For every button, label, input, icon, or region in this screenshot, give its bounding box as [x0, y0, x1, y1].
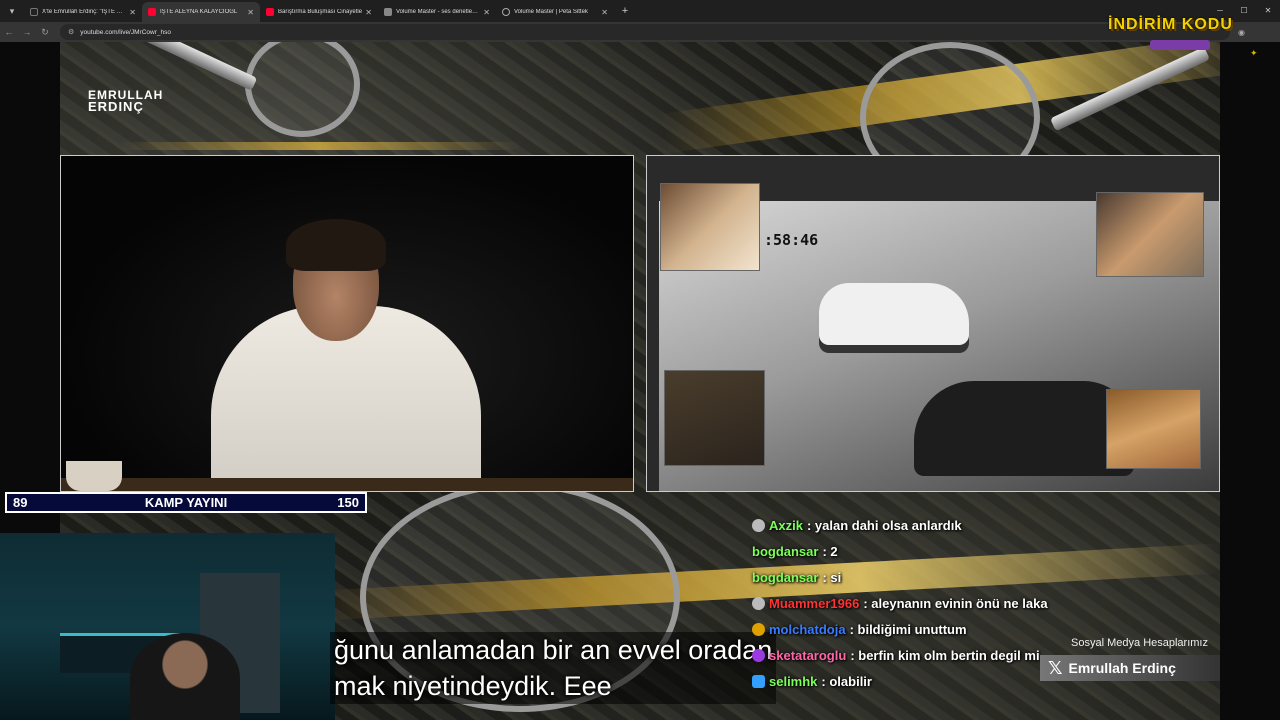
member-badge-icon: [752, 674, 765, 688]
host-hair: [286, 219, 386, 271]
social-media-block: Sosyal Medya Hesaplarımız 𝕏 Emrullah Erd…: [1040, 637, 1220, 681]
gold-streak: [120, 142, 520, 150]
forward-icon[interactable]: →: [18, 27, 36, 37]
close-window-icon[interactable]: ✕: [1256, 0, 1280, 22]
chat-username: bogdansar: [752, 543, 819, 559]
youtube-favicon-icon: [266, 8, 274, 16]
score-right: 150: [337, 495, 359, 510]
chat-username: sketataroglu: [769, 647, 847, 663]
camp-stream-bar: 89 KAMP YAYINI 150: [5, 492, 367, 513]
tab-title: İŞTE ALEYNA KALAYCIOĞL: [160, 9, 238, 15]
score-left: 89: [13, 495, 28, 510]
close-icon[interactable]: ✕: [129, 8, 136, 17]
social-handle: Emrullah Erdinç: [1068, 660, 1176, 676]
logo-line2: ERDINÇ: [88, 99, 144, 114]
back-icon[interactable]: ←: [0, 27, 18, 37]
score-title: KAMP YAYINI: [144, 495, 228, 510]
tab-0[interactable]: X'te Emrullah Erdinç: "İŞTE ALEY ✕: [24, 2, 142, 22]
subtitle-line: ğunu anlamadan bir an evvel oradan: [330, 632, 777, 668]
chat-username: bogdansar: [752, 569, 819, 585]
extension-favicon-icon: [384, 8, 392, 16]
chat-username: Axzik: [769, 517, 803, 533]
chat-message: bogdansar : si: [752, 564, 1048, 590]
social-handle-row: 𝕏 Emrullah Erdinç: [1040, 655, 1220, 681]
chat-message: bogdansar : 2: [752, 538, 1048, 564]
chat-text: : berfin kim olm bertin degil mi: [850, 647, 1040, 663]
tab-title: Volume Master - ses denetleyici: [396, 9, 481, 15]
inset-photo-group: [1096, 192, 1204, 277]
user-avatar-icon: [752, 518, 765, 532]
close-icon[interactable]: ✕: [483, 8, 490, 17]
channel-logo: EMRULLAH ERDINÇ: [88, 89, 163, 114]
url-text: youtube.com/live/JMrCowr_hso: [80, 28, 171, 36]
close-icon[interactable]: ✕: [365, 8, 372, 17]
extension-icon[interactable]: ◉: [1238, 28, 1245, 37]
chat-text: : olabilir: [821, 673, 872, 689]
discount-code-tag: [1150, 40, 1210, 50]
x-logo-icon: 𝕏: [1048, 657, 1063, 679]
magnifier-icon: [245, 42, 360, 137]
chat-message: sketataroglu : berfin kim olm bertin deg…: [752, 642, 1048, 668]
streamer-webcam: [0, 533, 335, 720]
maximize-icon[interactable]: ☐: [1232, 0, 1256, 22]
chat-username: molchatdoja: [769, 621, 846, 637]
chat-text: : si: [822, 569, 842, 585]
chat-message: Axzik : yalan dahi olsa anlardık: [752, 512, 1048, 538]
subtitle-line: mak niyetindeydik. Eee: [330, 668, 777, 704]
member-badge-icon: [752, 648, 765, 662]
magnifier-handle: [142, 42, 258, 91]
discount-code-banner: İNDİRİM KODU: [1108, 16, 1233, 33]
cctv-timestamp: :58:46: [764, 231, 819, 249]
tab-title: Volume Master | Peta Sittek: [514, 9, 588, 15]
inset-photo-man-smiling: [1106, 389, 1201, 469]
chat-text: : aleynanın evinin önü ne laka: [863, 595, 1048, 611]
new-tab-button[interactable]: +: [618, 5, 632, 17]
tab-search-icon[interactable]: ▾: [0, 0, 24, 22]
reload-icon[interactable]: ↻: [36, 27, 54, 38]
x-favicon-icon: [30, 8, 38, 16]
chat-text: : 2: [822, 543, 838, 559]
globe-favicon-icon: [502, 8, 510, 16]
streamer-figure: [130, 633, 240, 720]
address-bar-row: ← → ↻ ⚙ youtube.com/live/JMrCowr_hso ◉: [0, 22, 1280, 42]
chat-username: Muammer1966: [769, 595, 860, 611]
chat-text: : bildiğimi unuttum: [849, 621, 967, 637]
close-icon[interactable]: ✕: [601, 8, 608, 17]
chat-message: selimhk : olabilir: [752, 668, 1048, 694]
inset-photo-women: [660, 183, 760, 271]
chat-message: molchatdoja : bildiğimi unuttum: [752, 616, 1048, 642]
user-avatar-icon: [752, 596, 765, 610]
coffee-cup: [66, 461, 122, 491]
member-badge-icon: [752, 622, 765, 636]
tab-2[interactable]: Barıştırma Buluşması Cinayetle ✕: [260, 2, 378, 22]
dark-car: [914, 381, 1134, 476]
host-camera-panel: [60, 155, 634, 492]
tab-1[interactable]: İŞTE ALEYNA KALAYCIOĞL ✕: [142, 2, 260, 22]
url-field[interactable]: ⚙ youtube.com/live/JMrCowr_hso: [60, 24, 1230, 40]
site-info-icon[interactable]: ⚙: [68, 28, 74, 36]
chat-overlay: Axzik : yalan dahi olsa anlardık bogdans…: [752, 512, 1048, 694]
browser-tab-bar: ▾ X'te Emrullah Erdinç: "İŞTE ALEY ✕ İŞT…: [0, 0, 1280, 22]
tab-title: X'te Emrullah Erdinç: "İŞTE ALEY: [42, 9, 127, 15]
chat-text: : yalan dahi olsa anlardık: [806, 517, 962, 533]
inset-photo-man: [664, 370, 765, 466]
tab-4[interactable]: Volume Master | Peta Sittek ✕: [496, 2, 614, 22]
tab-title: Barıştırma Buluşması Cinayetle: [278, 9, 363, 15]
social-header: Sosyal Medya Hesaplarımız: [1071, 637, 1208, 649]
close-icon[interactable]: ✕: [247, 8, 254, 17]
desk: [61, 478, 633, 491]
chat-username: selimhk: [769, 673, 818, 689]
youtube-favicon-icon: [148, 8, 156, 16]
chat-message: Muammer1966 : aleynanın evinin önü ne la…: [752, 590, 1048, 616]
sparkle-icon: ✦: [1250, 48, 1258, 58]
tab-3[interactable]: Volume Master - ses denetleyici ✕: [378, 2, 496, 22]
white-car: [819, 283, 969, 345]
subtitles: ğunu anlamadan bir an evvel oradan mak n…: [330, 632, 777, 704]
